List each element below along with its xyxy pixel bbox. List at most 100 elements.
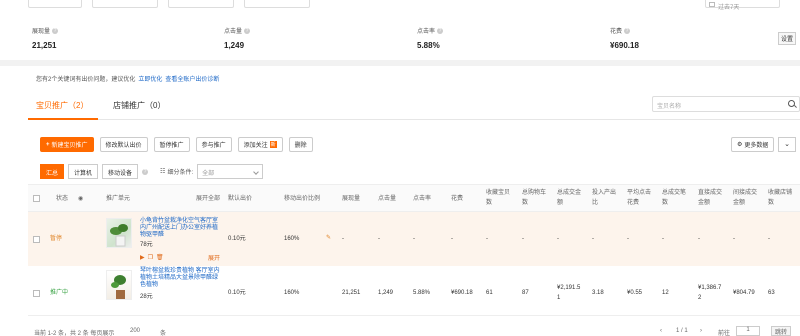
row-status: 推广中	[50, 290, 69, 296]
cell-indirect-gmv: -	[733, 236, 735, 242]
cell-total-gmv-line1: ¥2,191.5	[557, 285, 581, 291]
cell-total-orders: -	[662, 236, 664, 242]
stat-cost: 花费? ¥690.18	[610, 26, 639, 50]
th-indirect-gmv[interactable]: 间接成交 金额	[733, 188, 757, 208]
th-total-orders[interactable]: 总成交笔数	[662, 188, 686, 208]
cell-cart: 87	[522, 290, 529, 296]
product-name-link[interactable]: 小龟背竹盆栽净化空气客厅室内广州配送上门办公室好养植物驱甲醛	[140, 218, 220, 239]
goto-label: 前往	[718, 331, 731, 336]
page-info: 1 / 1	[676, 328, 688, 334]
copy-icon[interactable]: ❐	[148, 254, 153, 261]
th-fav-shop-line1: 收藏店铺	[768, 190, 793, 196]
th-clicks[interactable]: 点击量	[378, 194, 396, 204]
help-icon[interactable]: ?	[52, 27, 59, 34]
th-roi-line2: 比	[592, 200, 599, 206]
cell-direct-gmv-line1: ¥1,386.7	[698, 285, 722, 291]
dimension-filter: ☷ 细分条件:	[160, 167, 193, 176]
th-fav-shop[interactable]: 收藏店铺数	[768, 188, 792, 208]
th-cart[interactable]: 总购物车数	[522, 188, 546, 208]
filter-icon[interactable]: ◉	[78, 194, 83, 204]
cell-fav-item: -	[486, 236, 488, 242]
th-ctr[interactable]: 点击率	[413, 194, 431, 204]
stat-label: 点击率	[417, 29, 436, 35]
th-avg-cpc[interactable]: 平均点击 花费	[627, 188, 651, 208]
date-range-select[interactable]: 过去7天	[705, 0, 780, 11]
add-follow-button[interactable]: 添加关注新	[237, 137, 283, 152]
cell-impressions: 21,251	[342, 290, 361, 296]
jump-button[interactable]: 跳转	[771, 326, 791, 336]
help-icon[interactable]: ?	[437, 27, 444, 34]
bid-diagnosis-link[interactable]: 查看全账户出价诊断	[165, 77, 219, 83]
collapse-button[interactable]: ⌄	[778, 137, 796, 152]
stat-value: 1,249	[224, 41, 245, 50]
segment-computer[interactable]: 计算机	[68, 164, 99, 179]
search-input[interactable]: 宝贝名称	[652, 96, 800, 112]
page-number-input[interactable]: 1	[736, 326, 760, 336]
trash-icon[interactable]: 🗑	[156, 254, 164, 261]
tab-shop-promo[interactable]: 店铺推广（0）	[113, 100, 165, 111]
toolbar-button-2[interactable]	[92, 0, 158, 8]
help-icon[interactable]: ?	[244, 27, 251, 34]
date-range-value: 过去7天	[718, 5, 740, 11]
stat-impressions: 展现量? 21,251	[32, 26, 59, 50]
cell-clicks: -	[378, 236, 380, 242]
cell-fav-shop: 63	[768, 290, 775, 296]
tab-item-promo[interactable]: 宝贝推广（2）	[36, 100, 88, 111]
toolbar-button-1[interactable]	[28, 0, 82, 8]
cell-roi: 3.18	[592, 290, 604, 296]
prev-page-icon[interactable]: ‹	[660, 328, 662, 334]
active-tab-indicator	[28, 118, 98, 120]
search-icon[interactable]	[788, 100, 795, 107]
th-impressions[interactable]: 展现量	[342, 194, 360, 204]
row-status: 暂停	[50, 236, 63, 242]
pagination-bar: 当前 1-2 条，共 2 条 每页展示 200 条 ‹ 1 / 1 › 前往 1…	[0, 326, 800, 336]
product-name-link[interactable]: 琴叶榕盆栽珍贵植物 客厅室内植物土培精品大盆景除甲醛绿色植物	[140, 268, 220, 289]
plus-icon: +	[46, 141, 50, 148]
modify-bid-button[interactable]: 修改默认出价	[99, 137, 148, 152]
segment-summary[interactable]: 汇总	[40, 164, 65, 179]
dimension-select[interactable]: 全部	[197, 164, 264, 179]
pause-button[interactable]: 暂停推广	[153, 137, 190, 152]
stat-ctr: 点击率? 5.88%	[417, 26, 444, 50]
help-icon[interactable]: ?	[142, 168, 149, 175]
page-size-unit: 条	[160, 331, 167, 336]
expand-link[interactable]: 展开	[208, 254, 220, 264]
product-thumbnail[interactable]	[106, 218, 132, 248]
th-total-gmv[interactable]: 总成交金额	[557, 188, 581, 208]
cell-ctr: 5.88%	[413, 290, 431, 296]
dimension-label: 细分条件:	[167, 170, 194, 176]
action-bar: + 新建宝贝推广 修改默认出价 暂停推广 参与推广 添加关注新 删除	[40, 137, 313, 152]
play-icon[interactable]: ▶	[140, 254, 145, 261]
th-direct-gmv-line2: 金额	[698, 200, 711, 206]
th-direct-gmv[interactable]: 直接成交 金额	[698, 188, 722, 208]
new-promo-button[interactable]: + 新建宝贝推广	[40, 137, 94, 152]
next-page-icon[interactable]: ›	[700, 328, 702, 334]
help-icon[interactable]: ?	[624, 27, 631, 34]
select-all-checkbox[interactable]	[33, 195, 40, 202]
segment-mobile[interactable]: 移动设备	[102, 164, 139, 179]
delete-button[interactable]: 删除	[288, 137, 313, 152]
toolbar-button-3[interactable]	[168, 0, 234, 8]
th-roi[interactable]: 投入产出比	[592, 188, 616, 208]
row-checkbox[interactable]	[33, 236, 40, 243]
th-direct-gmv-line1: 直接成交	[698, 190, 723, 196]
cell-direct-gmv: -	[698, 236, 700, 242]
cell-total-gmv-line2: 1	[557, 295, 561, 301]
th-fav-item[interactable]: 收藏宝贝数	[486, 188, 510, 208]
more-data-button[interactable]: ⚙ 更多数据	[731, 137, 775, 152]
product-thumbnail[interactable]	[106, 270, 132, 300]
toolbar-button-4[interactable]	[244, 0, 310, 8]
cell-ctr: -	[413, 236, 415, 242]
page-size-select[interactable]: 200	[130, 328, 140, 334]
th-cost[interactable]: 花费	[451, 194, 463, 204]
optimize-now-link[interactable]: 立即优化	[138, 77, 162, 83]
row-checkbox[interactable]	[33, 290, 40, 297]
edit-icon[interactable]: ✎	[326, 234, 331, 241]
new-badge: 新	[269, 141, 277, 148]
settings-button[interactable]: 设置	[778, 32, 797, 45]
th-roi-line1: 投入产出	[592, 190, 617, 196]
th-expand-all[interactable]: 展开全部	[196, 194, 220, 204]
table-row: 暂停 小龟背竹盆栽净化空气客厅室内广州配送上门办公室好养植物驱甲醛 78元 ▶ ❐…	[28, 212, 800, 266]
cell-default-bid: 0.10元	[228, 236, 246, 242]
join-promo-button[interactable]: 参与推广	[195, 137, 232, 152]
